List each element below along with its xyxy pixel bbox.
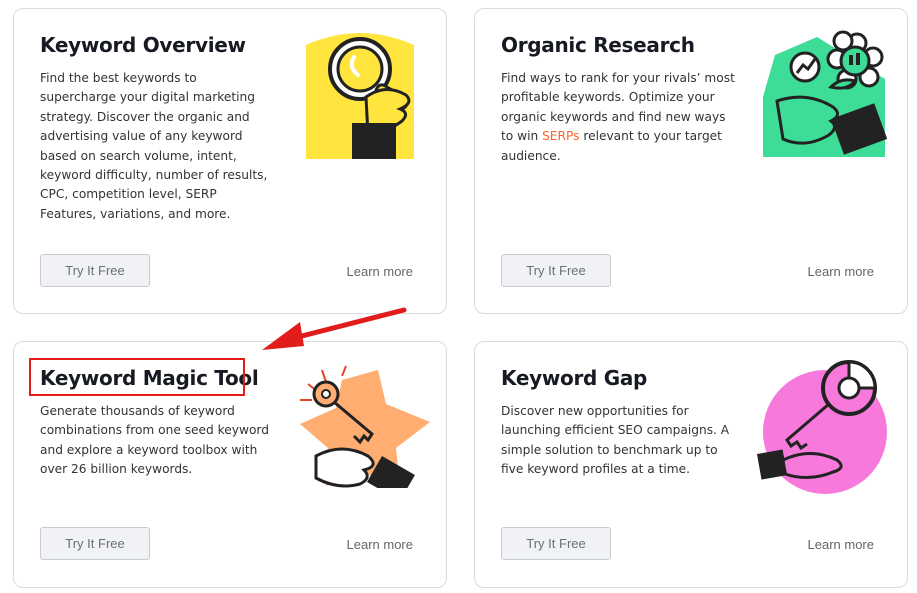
serps-link[interactable]: SERPs xyxy=(542,129,579,143)
card-description: Find ways to rank for your rivals’ most … xyxy=(501,71,735,163)
try-it-free-button[interactable]: Try It Free xyxy=(40,527,150,560)
key-star-hand-illustration xyxy=(300,365,430,488)
keyword-overview-card: Keyword Overview Find the best keywords … xyxy=(13,8,447,314)
learn-more-link[interactable]: Learn more xyxy=(808,537,874,552)
key-pink-circle-illustration xyxy=(757,360,887,494)
learn-more-link[interactable]: Learn more xyxy=(808,264,874,279)
card-description: Find the best keywords to supercharge yo… xyxy=(40,71,268,221)
learn-more-link[interactable]: Learn more xyxy=(347,264,413,279)
card-description: Generate thousands of keyword combinatio… xyxy=(40,404,269,477)
highlight-box-annotation xyxy=(29,358,245,396)
keyword-gap-card: Keyword Gap Discover new opportunities f… xyxy=(474,341,908,588)
try-it-free-button[interactable]: Try It Free xyxy=(40,254,150,287)
magnifying-glass-hand-illustration xyxy=(306,33,414,159)
flower-hand-illustration xyxy=(763,30,887,157)
organic-research-card: Organic Research Find ways to rank for y… xyxy=(474,8,908,314)
card-description: Discover new opportunities for launching… xyxy=(501,404,730,477)
red-arrow-annotation xyxy=(262,307,407,350)
card-title: Keyword Gap xyxy=(501,366,648,390)
card-title: Organic Research xyxy=(501,33,695,57)
try-it-free-button[interactable]: Try It Free xyxy=(501,527,611,560)
learn-more-link[interactable]: Learn more xyxy=(347,537,413,552)
try-it-free-button[interactable]: Try It Free xyxy=(501,254,611,287)
card-title: Keyword Overview xyxy=(40,33,246,57)
